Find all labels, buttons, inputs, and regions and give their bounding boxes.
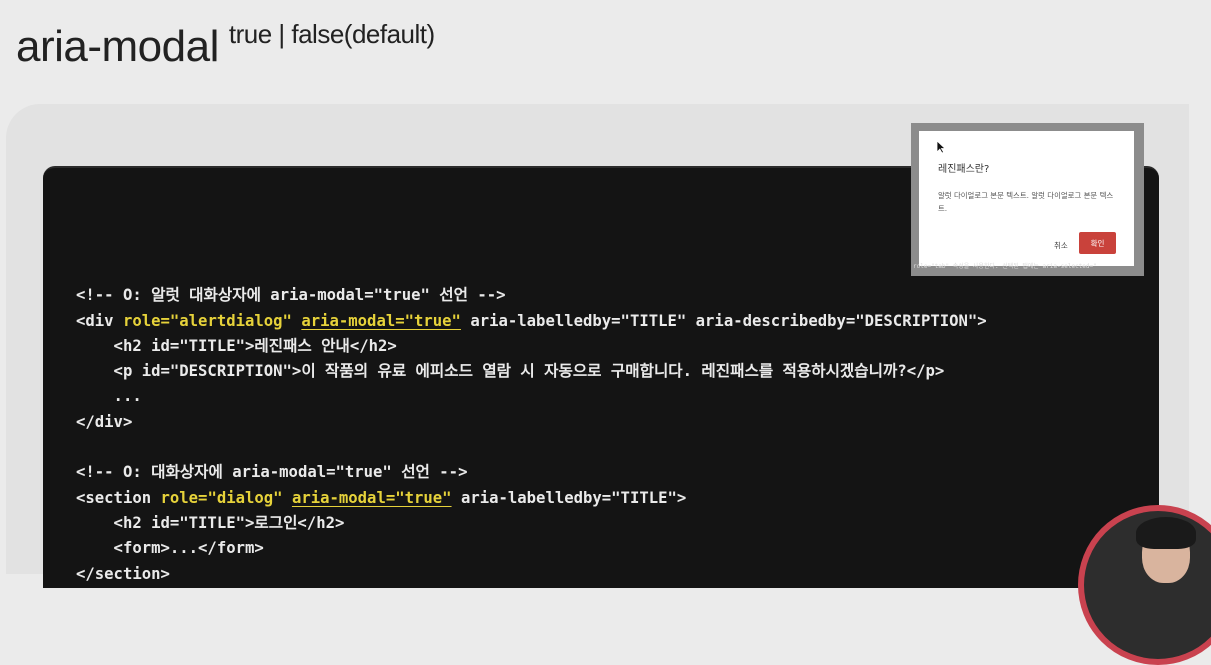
dialog-title: 레진패스란? bbox=[938, 164, 990, 175]
code-block: <!-- O: 알럿 대화상자에 aria-modal="true" 선언 --… bbox=[76, 258, 987, 587]
code-token: <p id="DESCRIPTION">이 작품의 유료 에피소드 열람 시 자… bbox=[76, 362, 945, 381]
code-token-underlined: aria-modal="true" bbox=[291, 488, 452, 507]
code-token: <h2 id="TITLE">레진패스 안내</h2> bbox=[76, 336, 397, 355]
mouse-cursor-icon bbox=[936, 140, 946, 154]
code-line: <h2 id="TITLE">로그인</h2> bbox=[76, 511, 987, 536]
code-token: <!-- O: 대화상자에 aria-modal="true" 선언 --> bbox=[76, 463, 468, 482]
cancel-button[interactable]: 취소 bbox=[1054, 240, 1068, 251]
code-token: <h2 id="TITLE">로그인</h2> bbox=[76, 513, 345, 532]
code-token: aria-labelledby="TITLE"> bbox=[451, 488, 687, 507]
code-line: </section> bbox=[76, 562, 987, 587]
code-line: <section role="dialog" aria-modal="true"… bbox=[76, 486, 987, 511]
code-token: <section bbox=[76, 488, 161, 507]
slide-title: aria-modal true | false(default) bbox=[16, 19, 435, 72]
code-token: </div> bbox=[76, 412, 133, 431]
confirm-button[interactable]: 확인 bbox=[1079, 232, 1116, 254]
code-line: </div> bbox=[76, 410, 987, 435]
code-token: <form>...</form> bbox=[76, 539, 264, 558]
presenter-hair bbox=[1136, 517, 1196, 549]
code-token-highlighted: role="dialog" bbox=[160, 488, 283, 507]
code-token: <div bbox=[76, 311, 123, 330]
title-main: aria-modal bbox=[16, 22, 219, 71]
code-line: <p id="DESCRIPTION">이 작품의 유료 에피소드 열람 시 자… bbox=[76, 359, 987, 384]
code-line: <h2 id="TITLE">레진패스 안내</h2> bbox=[76, 334, 987, 359]
code-line: <!-- O: 대화상자에 aria-modal="true" 선언 --> bbox=[76, 460, 987, 485]
code-token: aria-labelledby="TITLE" aria-describedby… bbox=[460, 311, 987, 330]
code-line: ... bbox=[76, 384, 987, 409]
background-text-strip: role="tab" 속성을 사용한다. 선택된 탭에는 aria-select… bbox=[913, 263, 1097, 270]
dialog-body: 알럿 다이얼로그 본문 텍스트. 알럿 다이얼로그 본문 텍스트. bbox=[938, 191, 1114, 213]
code-line: <div role="alertdialog" aria-modal="true… bbox=[76, 309, 987, 334]
code-line: <form>...</form> bbox=[76, 536, 987, 561]
code-token: <!-- O: 알럿 대화상자에 aria-modal="true" 선언 --… bbox=[76, 286, 506, 305]
code-line: <!-- O: 알럿 대화상자에 aria-modal="true" 선언 --… bbox=[76, 283, 987, 308]
code-token: ... bbox=[76, 387, 142, 406]
code-token: </section> bbox=[76, 564, 170, 583]
code-token-underlined: aria-modal="true" bbox=[301, 311, 461, 330]
code-token-highlighted: role="alertdialog" bbox=[122, 311, 292, 330]
title-superscript: true | false(default) bbox=[228, 19, 435, 49]
dialog-preview-window: 레진패스란? 알럿 다이얼로그 본문 텍스트. 알럿 다이얼로그 본문 텍스트.… bbox=[919, 131, 1134, 266]
